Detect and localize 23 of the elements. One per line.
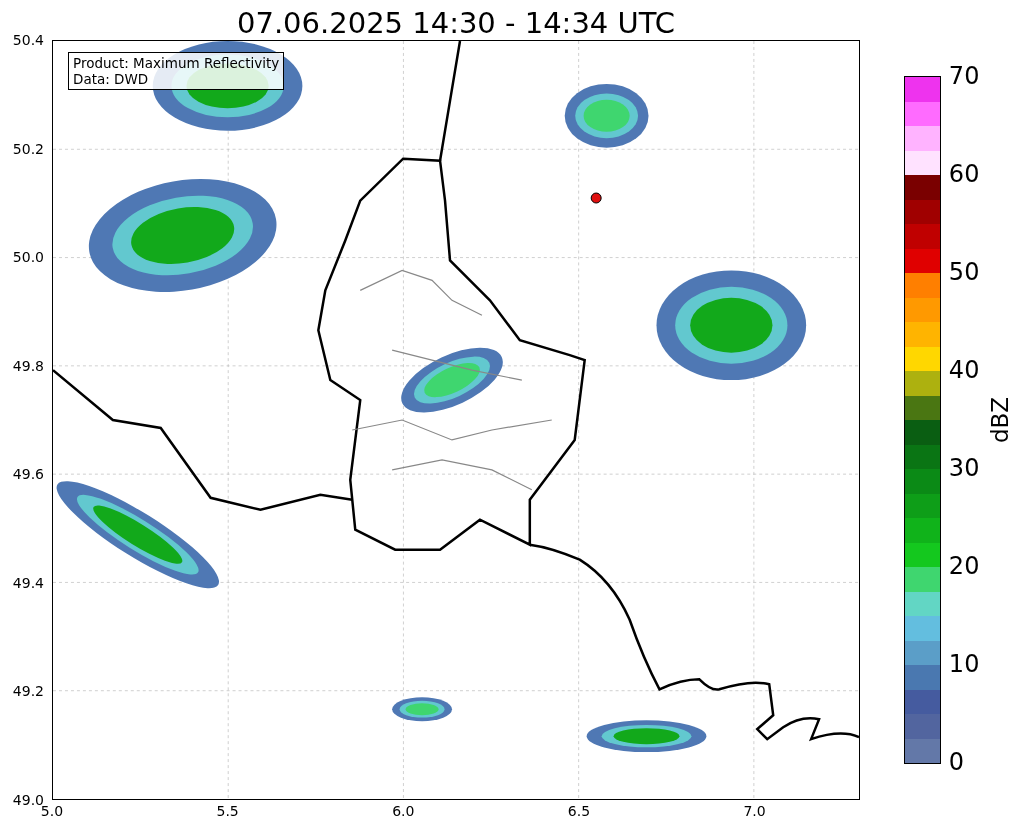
y-tick-label: 49.8 <box>12 357 44 374</box>
colorbar-tick-label: 10 <box>948 651 980 677</box>
y-tick-label: 50.0 <box>12 249 44 266</box>
info-text: Product: Maximum Reflectivity <box>73 55 280 71</box>
colorbar-tick-label: 50 <box>948 259 980 285</box>
colorbar-tick-label: 0 <box>948 749 965 775</box>
y-tick-label: 49.6 <box>12 466 44 483</box>
y-tick-label: 49.4 <box>12 574 44 591</box>
x-tick-label: 6.0 <box>392 803 415 819</box>
colorbar-tick-label: 70 <box>948 63 980 89</box>
x-tick-label: 5.5 <box>216 803 239 819</box>
y-tick-label: 49.2 <box>12 683 44 700</box>
colorbar-label: dBZ <box>986 396 1013 444</box>
y-tick-label: 50.4 <box>12 32 44 48</box>
info-text: Data: DWD <box>73 71 150 87</box>
colorbar-tick-label: 60 <box>948 161 980 187</box>
x-tick-label: 7.0 <box>743 803 766 819</box>
chart-title: 07.06.2025 14:30 - 14:34 UTC <box>237 6 675 40</box>
colorbar-tick-label: 40 <box>948 357 980 383</box>
colorbar-tick-label: 20 <box>948 553 980 579</box>
y-tick-label: 50.2 <box>12 140 44 157</box>
x-tick-label: 6.5 <box>567 803 591 819</box>
colorbar-tick-label: 30 <box>948 455 980 481</box>
